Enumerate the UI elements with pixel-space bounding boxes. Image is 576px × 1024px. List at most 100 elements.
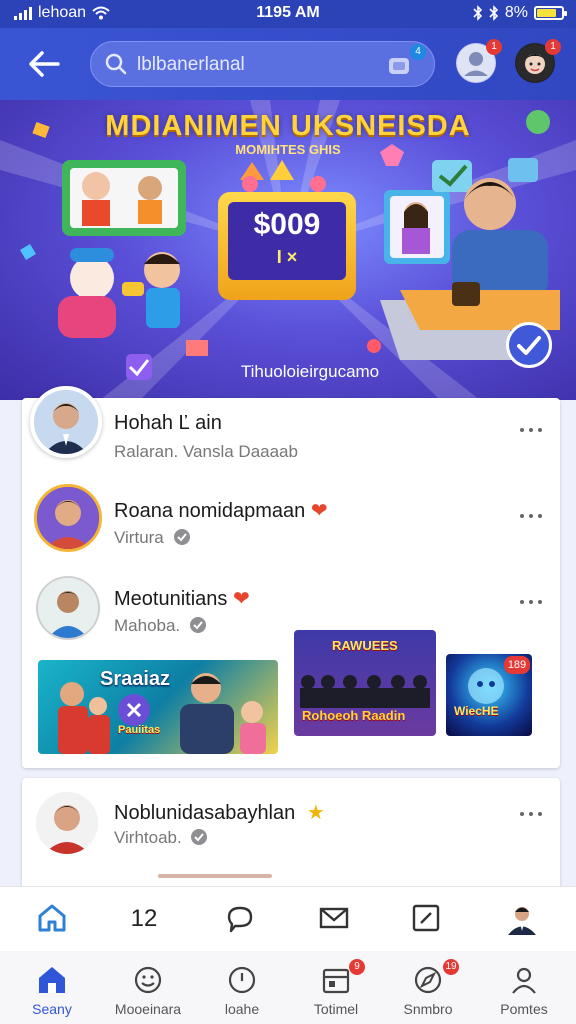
thumbnail-top-text: RAWUEES <box>332 638 398 653</box>
tab-label: Seany <box>32 1001 72 1017</box>
post-meta-text: Mahoba. <box>114 616 181 635</box>
bottom-tab-bar: Seany Mooeinara loahe 9 Totimel 19 Snmbr… <box>0 951 576 1024</box>
tab-label: Mooeinara <box>114 1001 182 1017</box>
profile-avatar[interactable]: 1 <box>515 39 561 83</box>
person-avatar-icon <box>36 792 98 854</box>
post-author-name: Roana nomidapmaan <box>114 500 306 522</box>
more-options-button[interactable] <box>518 420 546 440</box>
battery-fill <box>537 9 556 17</box>
count-indicator[interactable]: 12 <box>124 901 164 937</box>
post-meta: Virhtoab. <box>114 828 208 848</box>
post-author-name: Meotunitians <box>114 588 228 610</box>
tab-label: Totimel <box>313 1001 359 1017</box>
mail-icon <box>319 907 349 929</box>
post-author[interactable]: Roana nomidapmaan ❤ <box>114 498 328 523</box>
check-icon <box>517 336 541 355</box>
compass-icon: 19 <box>411 959 459 997</box>
banner-caption: Tihuoloieirgucamo <box>240 362 380 381</box>
camera-button[interactable]: 4 <box>386 44 426 80</box>
post-meta-text: Virtura <box>114 528 164 547</box>
media-thumbnail[interactable]: WiecHE 189 <box>446 654 532 736</box>
edit-button[interactable] <box>406 901 446 937</box>
app-header: 4 1 1 <box>0 28 576 100</box>
tab-label: loahe <box>224 1001 260 1017</box>
contacts-badge: 1 <box>486 39 502 55</box>
clock-icon <box>225 963 259 997</box>
media-thumbnail[interactable]: RAWUEES Rohoeoh Raadin <box>294 630 436 736</box>
contacts-button[interactable]: 1 <box>456 39 502 83</box>
banner-title: MDIANIMEN UKSNEISDA <box>105 110 471 142</box>
promo-banner[interactable]: MDIANIMEN UKSNEISDA MOMIHTES GHIS $009 I… <box>0 100 576 400</box>
calendar-icon: 9 <box>319 959 365 997</box>
post-author[interactable]: Meotunitians ❤ <box>114 586 250 611</box>
thumbnail-title: Rohoeoh Raadin <box>302 708 406 723</box>
profile-icon <box>508 907 536 935</box>
battery-icon <box>534 6 567 20</box>
media-thumbnail[interactable]: Sraaiaz Pauiitas <box>38 660 278 754</box>
feed-card: Hohah Ľ ain Ralaran. Vansla Daaaab Roana… <box>22 386 560 768</box>
post-meta: Ralaran. Vansla Daaaab <box>114 442 298 461</box>
bluetooth-icon <box>473 5 483 21</box>
thumbnail-title: WiecHE <box>454 704 499 718</box>
tab-seany[interactable]: Seany <box>4 957 100 1019</box>
tab-snmbro[interactable]: 19 Snmbro <box>380 957 476 1019</box>
status-right: 8% <box>473 4 567 22</box>
home-button[interactable] <box>32 901 72 937</box>
comment-icon <box>227 906 253 933</box>
more-options-button[interactable] <box>518 592 546 612</box>
back-button[interactable] <box>24 46 64 82</box>
post-avatar[interactable] <box>34 484 102 552</box>
post-author[interactable]: Noblunidasabayhlan ★ <box>114 800 325 825</box>
profile-button[interactable] <box>502 901 542 937</box>
search-input[interactable] <box>135 42 379 88</box>
prize-amount: $009 <box>253 208 321 241</box>
tab-badge: 19 <box>443 959 459 975</box>
post-meta-text: Virhtoab. <box>114 828 182 847</box>
thumbnail-badge: 189 <box>504 656 530 674</box>
prize-line2: I × <box>276 247 298 267</box>
edit-icon <box>412 904 440 932</box>
tab-mooeinara[interactable]: Mooeinara <box>100 957 196 1019</box>
back-arrow-icon <box>29 51 60 77</box>
comment-button[interactable] <box>220 901 260 937</box>
verified-button[interactable] <box>506 322 552 368</box>
status-bar: lehoan 1195 AM 8% <box>0 0 576 28</box>
profile-badge: 1 <box>545 39 561 55</box>
home-filled-icon <box>35 963 69 997</box>
post-avatar[interactable] <box>36 792 98 854</box>
post-meta: Mahoba. <box>114 616 207 636</box>
prize-screen: $009 I × <box>228 202 346 280</box>
post-avatar[interactable] <box>30 386 102 458</box>
feed-card: Noblunidasabayhlan ★ Virhtoab. <box>22 778 560 898</box>
heart-emoji: ❤ <box>310 500 328 522</box>
camera-badge: 4 <box>410 44 426 60</box>
post-meta: Virtura <box>114 528 191 548</box>
tab-label: Snmbro <box>403 1001 453 1017</box>
heart-emoji: ❤ <box>232 588 250 610</box>
post-author-name: Noblunidasabayhlan <box>114 802 296 824</box>
verified-badge-icon <box>189 617 206 633</box>
mail-button[interactable] <box>314 901 354 937</box>
bluetooth-alt-icon <box>489 5 499 21</box>
verified-badge-icon <box>191 829 208 845</box>
more-options-button[interactable] <box>518 804 546 824</box>
tab-totimel[interactable]: 9 Totimel <box>288 957 384 1019</box>
prize-display: $009 I × <box>218 192 356 300</box>
search-icon <box>105 53 127 75</box>
post-avatar[interactable] <box>36 576 100 640</box>
search-bar[interactable]: 4 <box>90 41 435 88</box>
thumbnail-title: Sraaiaz <box>100 668 171 690</box>
tab-label: Pomtes <box>500 1001 548 1017</box>
star-emoji: ★ <box>306 802 325 824</box>
tab-badge: 9 <box>349 959 365 975</box>
action-toolbar: 12 <box>0 886 576 952</box>
person-avatar-icon <box>38 578 98 638</box>
post-author[interactable]: Hohah Ľ ain <box>114 412 222 435</box>
more-options-button[interactable] <box>518 506 546 526</box>
tab-pomtes[interactable]: Pomtes <box>476 957 572 1019</box>
person-icon <box>507 963 541 997</box>
emoji-icon <box>131 963 165 997</box>
banner-subtitle: MOMIHTES GHIS <box>235 142 341 157</box>
tab-loahe[interactable]: loahe <box>194 957 290 1019</box>
thumbnail-subtitle: Pauiitas <box>118 724 161 736</box>
